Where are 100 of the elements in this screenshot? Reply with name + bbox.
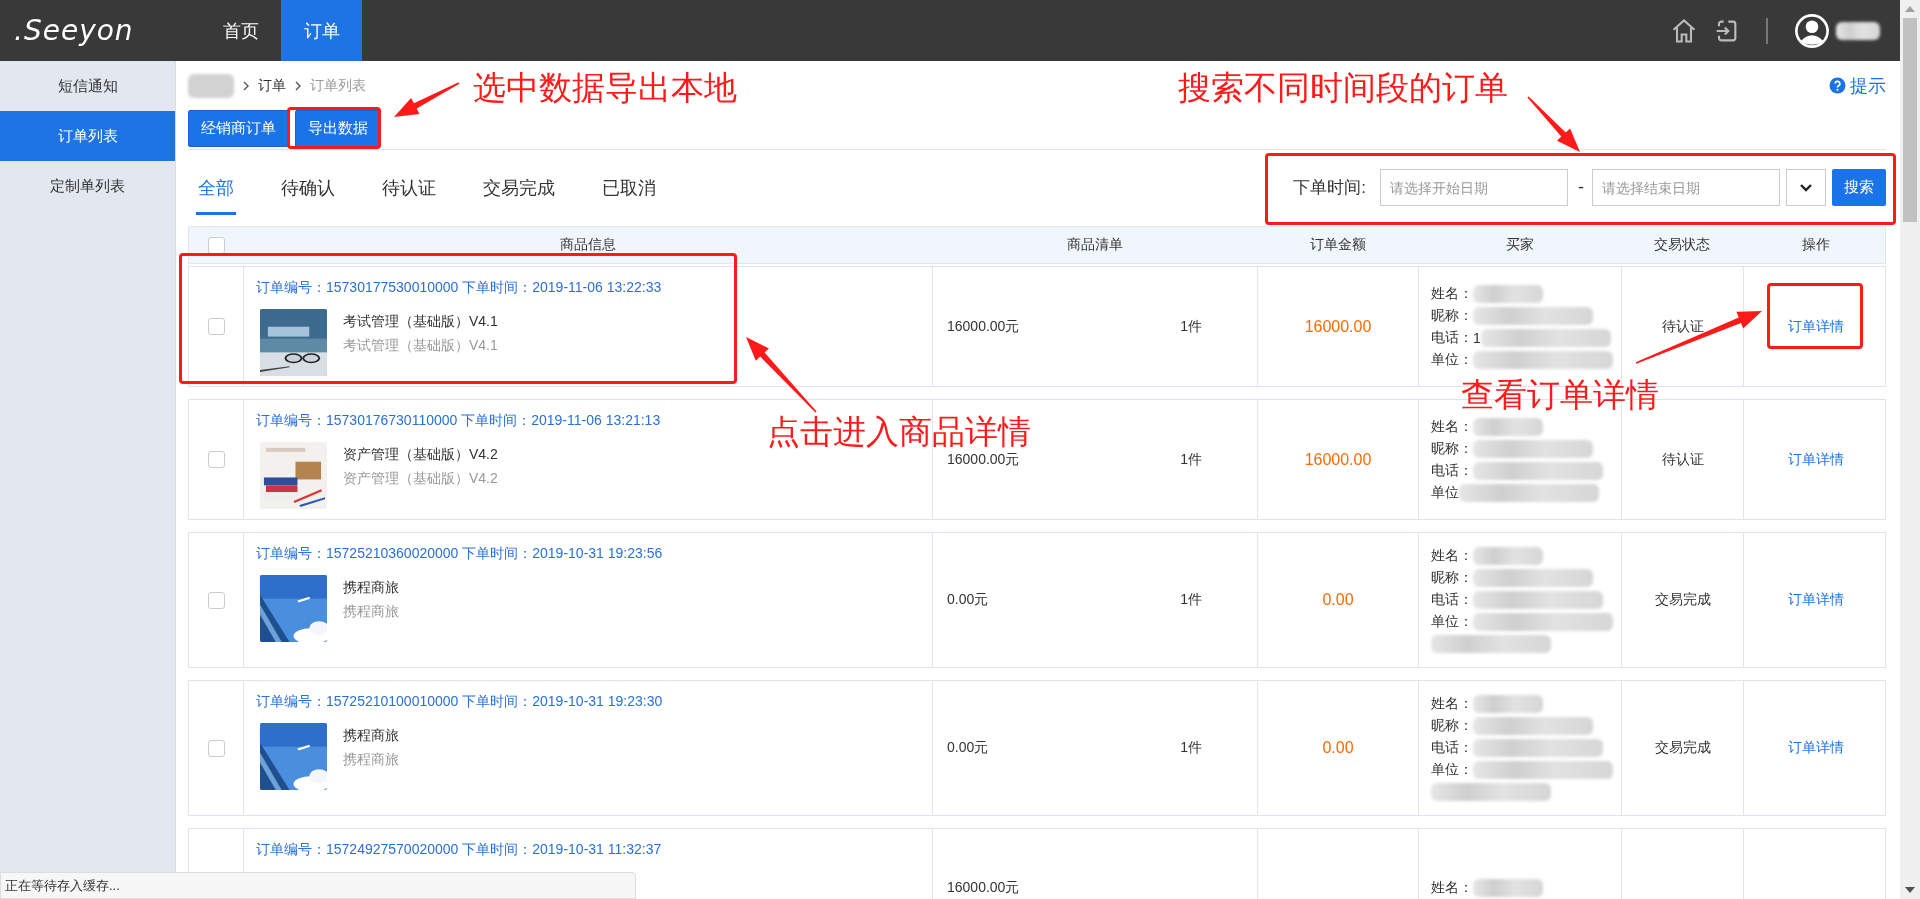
buyer-field-value: 1 [1473, 329, 1481, 346]
order-amount: 0.00 [1322, 739, 1354, 757]
product-quantity: 1件 [1180, 591, 1202, 609]
product-name[interactable]: 携程商旅 [343, 727, 399, 745]
order-amount: 16000.00 [1304, 317, 1372, 336]
status-bar: 正在等待存入缓存... [0, 872, 636, 899]
product-quantity: 1件 [1180, 739, 1202, 757]
annotation-arrow [394, 82, 460, 117]
product-subtitle: 资产管理（基础版）V4.2 [343, 470, 498, 488]
blurred-text [1473, 547, 1543, 565]
scroll-up-icon[interactable] [1905, 6, 1915, 12]
action-button[interactable]: 导出数据 [295, 110, 381, 147]
order-details-link[interactable]: 订单详情 [1788, 450, 1844, 469]
checkbox[interactable] [207, 318, 225, 335]
order-info: 订单编号：15725210360020000 下单时间：2019-10-31 19:23:56 [256, 545, 663, 563]
chevron-down-icon [1799, 182, 1813, 193]
product-name[interactable]: 考试管理（基础版）V4.1 [343, 313, 498, 331]
buyer-field-label: 单位： [1431, 761, 1473, 779]
order-info: 订单编号：15725210100010000 下单时间：2019-10-31 19:23:30 [256, 693, 663, 711]
start-date-field[interactable]: 请选择开始日期 [1380, 169, 1568, 206]
buyer-field-label: 电话： [1431, 591, 1473, 609]
scrollbar-thumb[interactable] [1903, 18, 1917, 222]
avatar-icon[interactable] [1794, 12, 1830, 49]
dropdown-button[interactable] [1786, 169, 1826, 206]
help-label: 提示 [1850, 74, 1886, 98]
breadcrumb-link[interactable]: 订单 [258, 76, 286, 95]
column-header: 订单金额 [1308, 235, 1367, 254]
order-info: 订单编号：15730176730110000 下单时间：2019-11-06 13:21:13 [256, 412, 661, 430]
blurred-text [1473, 417, 1543, 436]
annotation-text: 选中数据导出本地 [473, 70, 737, 107]
help-link[interactable]: 提示 [1829, 73, 1886, 98]
logo[interactable]: .Seeyon [0, 14, 200, 47]
product-price: 0.00元 [947, 591, 989, 609]
product-name[interactable]: 携程商旅 [343, 579, 399, 597]
product-price: 0.00元 [947, 739, 989, 757]
product-quantity: 1件 [1180, 450, 1202, 469]
annotation-text: 点击进入商品详情 [767, 414, 1031, 451]
buyer-field-label: 昵称： [1431, 306, 1473, 325]
product-quantity: 1件 [1180, 317, 1202, 336]
filter-tab[interactable]: 待认证 [380, 162, 438, 215]
search-button[interactable]: 搜索 [1832, 169, 1886, 206]
blurred-text [1836, 21, 1880, 40]
range-separator: - [1578, 177, 1584, 198]
annotation-text: 查看订单详情 [1461, 377, 1659, 414]
chevron-icon [242, 79, 250, 92]
action-button[interactable]: 经销商订单 [188, 110, 289, 147]
help-icon [1829, 77, 1846, 94]
product-subtitle: 考试管理（基础版）V4.1 [343, 337, 498, 355]
order-details-link[interactable]: 订单详情 [1788, 591, 1844, 609]
buyer-field-label: 昵称： [1431, 569, 1473, 587]
filter-tab[interactable]: 待确认 [279, 162, 337, 215]
filter-tab[interactable]: 已取消 [600, 162, 658, 215]
order-details-link[interactable]: 订单详情 [1788, 317, 1844, 336]
scrollbar[interactable] [1900, 0, 1920, 899]
annotation-text: 搜索不同时间段的订单 [1178, 70, 1508, 107]
blurred-text [188, 73, 234, 98]
chevron-icon [294, 79, 302, 92]
order-status: 交易完成 [1654, 739, 1711, 757]
buyer-field-label: 电话： [1431, 739, 1473, 757]
buyer-field-label: 电话： [1431, 328, 1473, 347]
product-subtitle: 携程商旅 [343, 751, 399, 769]
blurred-text [1473, 878, 1543, 897]
nav-tab[interactable]: 首页 [200, 0, 281, 61]
date-label: 下单时间: [1293, 177, 1366, 199]
nav-tab[interactable]: 订单 [281, 0, 362, 61]
scroll-down-icon[interactable] [1905, 887, 1915, 893]
filter-tab[interactable]: 交易完成 [481, 162, 557, 215]
order-amount: 0.00 [1322, 591, 1354, 609]
order-info: 订单编号：15730177530010000 下单时间：2019-11-06 13:22:33 [256, 279, 662, 297]
checkbox[interactable] [207, 451, 225, 468]
sidebar-item[interactable]: 短信通知 [0, 61, 175, 111]
product-name[interactable]: 资产管理（基础版）V4.2 [343, 446, 498, 464]
order-details-link[interactable]: 订单详情 [1788, 739, 1844, 757]
product-price: 16000.00元 [947, 317, 1020, 336]
checkbox[interactable] [207, 236, 225, 254]
buyer-field-label: 昵称： [1431, 717, 1473, 735]
filter-tab[interactable]: 全部 [196, 162, 236, 215]
checkbox[interactable] [207, 591, 225, 609]
column-header: 操作 [1800, 235, 1831, 254]
buyer-field-label: 电话： [1431, 461, 1473, 480]
column-header: 交易状态 [1653, 235, 1711, 254]
order-status: 待认证 [1661, 317, 1704, 336]
buyer-field-label: 姓名： [1431, 547, 1473, 565]
order-amount: 16000.00 [1304, 450, 1372, 469]
product-price: 16000.00元 [947, 450, 1020, 469]
annotation-arrow [1527, 96, 1580, 152]
buyer-field-label: 姓名： [1431, 417, 1473, 436]
column-header: 买家 [1504, 235, 1535, 254]
buyer-field-label: 单位： [1431, 350, 1473, 369]
checkbox[interactable] [207, 739, 225, 757]
sidebar-item[interactable]: 定制单列表 [0, 161, 175, 211]
buyer-field-label: 姓名： [1431, 284, 1473, 303]
column-header: 商品信息 [558, 235, 617, 254]
order-status: 待认证 [1661, 450, 1704, 469]
sidebar-item[interactable]: 订单列表 [0, 111, 175, 161]
buyer-field-label: 姓名： [1431, 695, 1473, 713]
end-date-field[interactable]: 请选择结束日期 [1592, 169, 1780, 206]
order-status: 交易完成 [1654, 591, 1711, 609]
product-price: 16000.00元 [947, 878, 1020, 897]
buyer-field-label: 姓名： [1431, 878, 1473, 897]
